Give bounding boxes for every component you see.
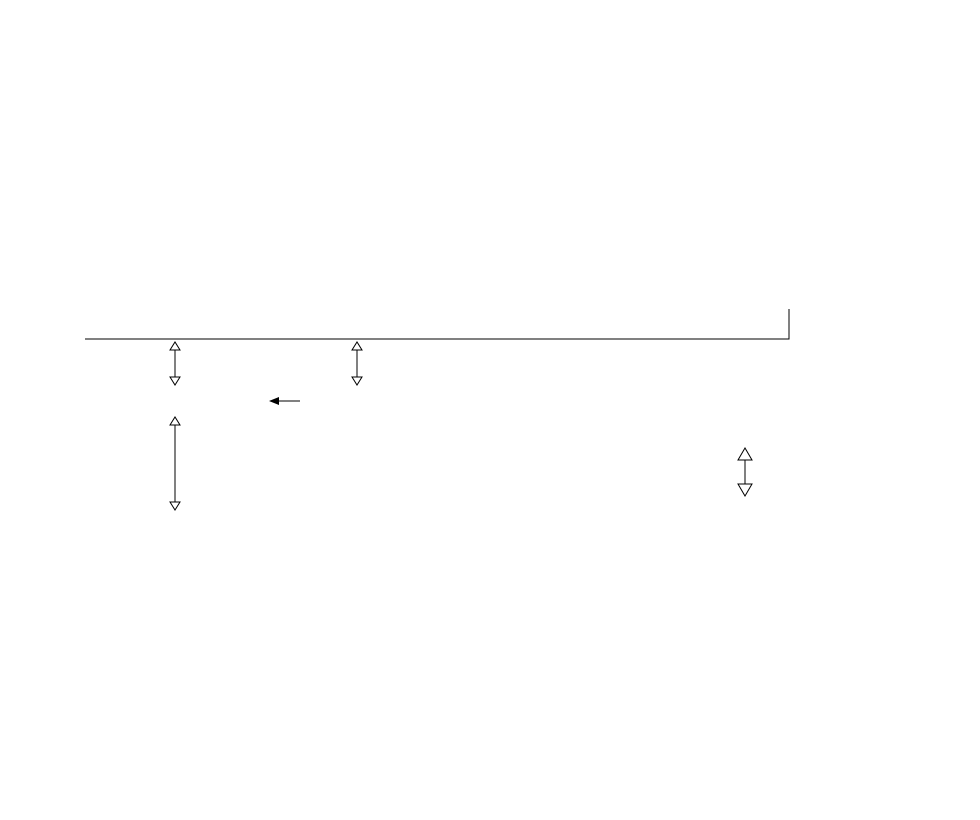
canvas-boundary [5, 5, 975, 815]
